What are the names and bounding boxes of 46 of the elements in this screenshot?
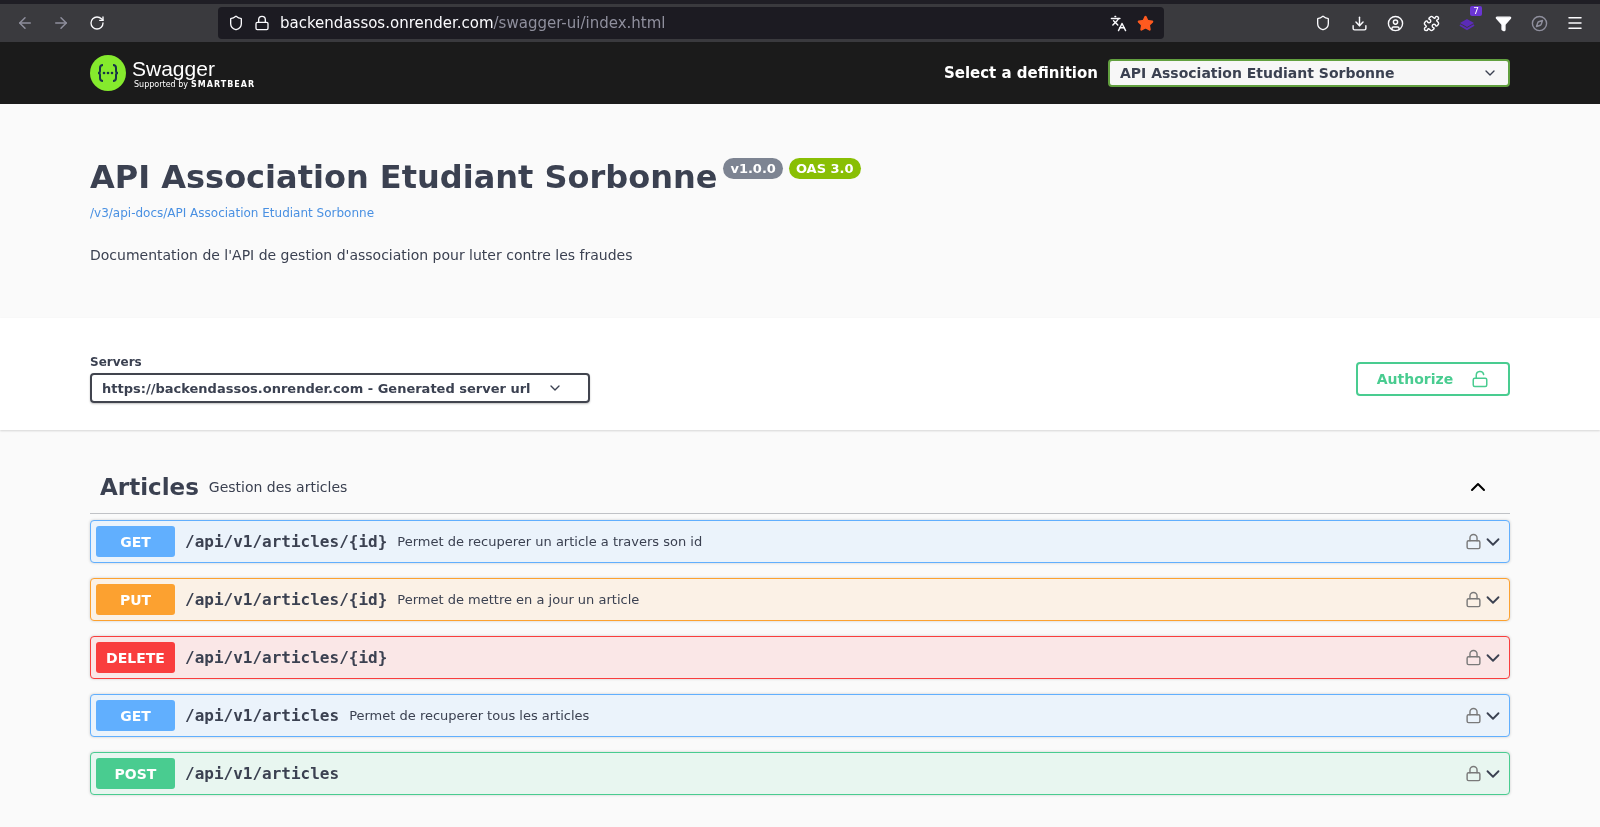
lock-icon[interactable] xyxy=(1465,707,1482,724)
lock-icon[interactable] xyxy=(1465,591,1482,608)
method-badge: GET xyxy=(96,526,175,557)
api-title: API Association Etudiant Sorbonne xyxy=(90,157,718,198)
translate-icon[interactable] xyxy=(1110,14,1127,32)
star-icon[interactable] xyxy=(1137,14,1154,32)
logo-tagline: Supported by xyxy=(134,79,188,89)
lock-icon[interactable] xyxy=(1465,533,1482,550)
operation-row[interactable]: GET /api/v1/articles/{id} Permet de recuperer un article a travers son id xyxy=(90,520,1510,563)
operation-path: /api/v1/articles/{id} xyxy=(185,648,388,667)
logo-icon xyxy=(90,55,126,91)
url-path: /swagger-ui/index.html xyxy=(493,14,666,32)
definition-select[interactable]: API Association Etudiant Sorbonne xyxy=(1108,59,1510,87)
unlocked-icon xyxy=(1471,370,1490,388)
extension-badge: 7 xyxy=(1470,6,1482,16)
operation-row[interactable]: DELETE /api/v1/articles/{id} xyxy=(90,636,1510,679)
operation-summary: Permet de recuperer un article a travers son id xyxy=(397,534,704,549)
url-host: backendassos.onrender.com xyxy=(280,14,494,32)
method-badge: GET xyxy=(96,700,175,731)
server-select[interactable]: https://backendassos.onrender.com - Generated server url xyxy=(90,373,590,403)
lock-icon[interactable] xyxy=(1465,649,1482,666)
method-badge: POST xyxy=(96,758,175,789)
version-badge: v1.0.0 xyxy=(723,158,783,179)
servers-label: Servers xyxy=(90,355,143,369)
logo-brand: SMARTBEAR xyxy=(191,79,256,89)
operation-row[interactable]: GET /api/v1/articles Permet de recuperer tous les articles xyxy=(90,694,1510,737)
operation-path: /api/v1/articles xyxy=(185,764,340,783)
lock-icon xyxy=(254,15,270,31)
tag-description: Gestion des articles xyxy=(208,478,349,495)
oas-badge: OAS 3.0 xyxy=(788,158,861,179)
logo-text: Swagger xyxy=(132,57,216,80)
operation-summary: Permet de recuperer tous les articles xyxy=(349,708,591,723)
shield-icon xyxy=(228,15,244,31)
operation-row[interactable]: POST /api/v1/articles xyxy=(90,752,1510,795)
operation-row[interactable]: PUT /api/v1/articles/{id} Permet de mettre en a jour un article xyxy=(90,578,1510,621)
api-description: Documentation de l'API de gestion d'association pour luter contre les fraudes xyxy=(90,247,634,263)
operation-path: /api/v1/articles xyxy=(185,706,340,725)
method-badge: PUT xyxy=(96,584,175,615)
tag-name[interactable]: Articles xyxy=(100,473,199,500)
method-badge: DELETE xyxy=(96,642,175,673)
operation-path: /api/v1/articles/{id} xyxy=(185,532,388,551)
operation-path: /api/v1/articles/{id} xyxy=(185,590,388,609)
operation-summary: Permet de mettre en a jour un article xyxy=(397,592,641,607)
definition-label: Select a definition xyxy=(943,64,1098,82)
address-bar[interactable]: backendassos.onrender.com/swagger-ui/index.html xyxy=(218,7,1164,39)
lock-icon[interactable] xyxy=(1465,765,1482,782)
